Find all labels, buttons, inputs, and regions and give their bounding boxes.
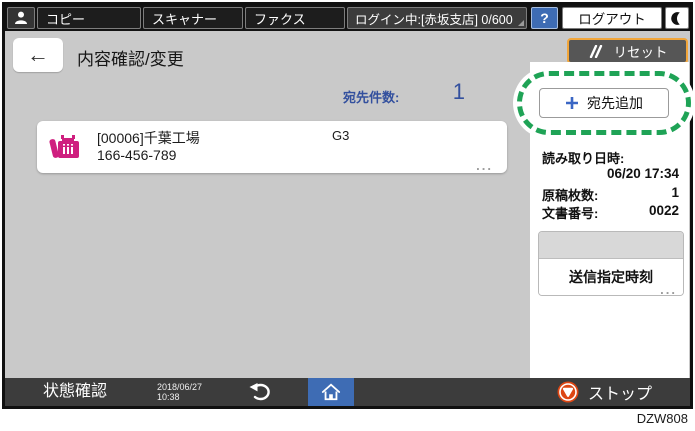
reset-icon [588, 44, 604, 58]
stop-icon [557, 381, 579, 403]
scan-date-label: 読み取り日時: [542, 151, 625, 166]
page-title: 内容確認/変更 [77, 50, 184, 69]
user-button[interactable] [7, 7, 35, 29]
logout-label: ログアウト [578, 12, 646, 27]
tab-copy-label: コピー [46, 11, 86, 27]
logout-button[interactable]: ログアウト [562, 7, 662, 29]
send-time-label: 送信指定時刻 [569, 269, 653, 285]
date-text: 2018/06/27 [157, 382, 203, 392]
page-count-value: 1 [671, 185, 679, 200]
back-arrow-icon: ← [27, 42, 49, 67]
scan-date-value: 06/20 17:34 [606, 166, 679, 181]
status-check-button[interactable]: 状態確認 [43, 378, 107, 406]
destination-name: [00006]千葉工場 [97, 130, 200, 146]
document-no-label: 文書番号: [542, 206, 599, 221]
login-status-dropdown[interactable]: ログイン中:[赤坂支店] 0/600 [347, 7, 527, 29]
printer-touchscreen: コピー スキャナー ファクス ログイン中:[赤坂支店] 0/600 ? ログアウ… [2, 2, 693, 409]
add-destination-button[interactable]: 宛先追加 [539, 88, 669, 118]
help-icon: ? [540, 10, 549, 26]
destination-more-options[interactable]: ... [476, 158, 493, 173]
reset-button[interactable]: リセット [567, 38, 688, 64]
help-button[interactable]: ? [531, 7, 558, 29]
destination-list-item[interactable]: [00006]千葉工場 166-456-789 G3 ... [37, 121, 507, 173]
dropdown-caret-icon [518, 20, 524, 26]
figure-caption: DZW808 [636, 411, 688, 426]
destination-count-label: 宛先件数: [343, 90, 400, 105]
add-destination-label: 宛先追加 [587, 95, 643, 111]
energy-saver-button[interactable] [665, 7, 689, 29]
highlight-annotation-oval: 宛先追加 [517, 71, 691, 135]
screenshot-page: コピー スキャナー ファクス ログイン中:[赤坂支店] 0/600 ? ログアウ… [0, 0, 695, 431]
reset-label: リセット [613, 45, 668, 60]
send-time-group: 送信指定時刻 ... [538, 231, 684, 296]
home-button[interactable] [308, 378, 354, 406]
stop-button[interactable]: ストップ [557, 378, 652, 406]
tab-scanner-label: スキャナー [152, 11, 218, 27]
user-icon [13, 10, 29, 26]
back-undo-button[interactable] [245, 380, 275, 404]
stop-label: ストップ [588, 386, 653, 403]
bottom-system-bar: 状態確認 2018/06/27 10:38 ストップ [5, 378, 690, 406]
document-no-value: 0022 [648, 203, 679, 218]
tab-scanner[interactable]: スキャナー [143, 7, 243, 29]
destination-line-type: G3 [332, 128, 350, 143]
home-icon [320, 382, 342, 402]
time-text: 10:38 [157, 392, 180, 402]
back-button[interactable]: ← [13, 38, 63, 72]
fax-machine-icon [49, 132, 81, 162]
send-time-more-dots: ... [660, 282, 677, 296]
moon-icon [670, 11, 685, 26]
send-time-display-field [539, 232, 683, 259]
login-status-text: ログイン中:[赤坂支店] 0/600 [355, 12, 513, 27]
page-count-label: 原稿枚数: [542, 188, 599, 203]
plus-icon [565, 96, 579, 110]
undo-arrow-icon [248, 382, 272, 402]
tab-fax[interactable]: ファクス [245, 7, 345, 29]
tab-copy[interactable]: コピー [37, 7, 141, 29]
datetime-display: 2018/06/27 10:38 [157, 382, 202, 402]
destination-count-value: 1 [452, 79, 465, 104]
top-function-bar: コピー スキャナー ファクス ログイン中:[赤坂支店] 0/600 ? ログアウ… [5, 5, 690, 31]
tab-fax-label: ファクス [254, 11, 306, 27]
destination-number: 166-456-789 [97, 147, 177, 163]
send-time-button[interactable]: 送信指定時刻 ... [539, 259, 683, 295]
